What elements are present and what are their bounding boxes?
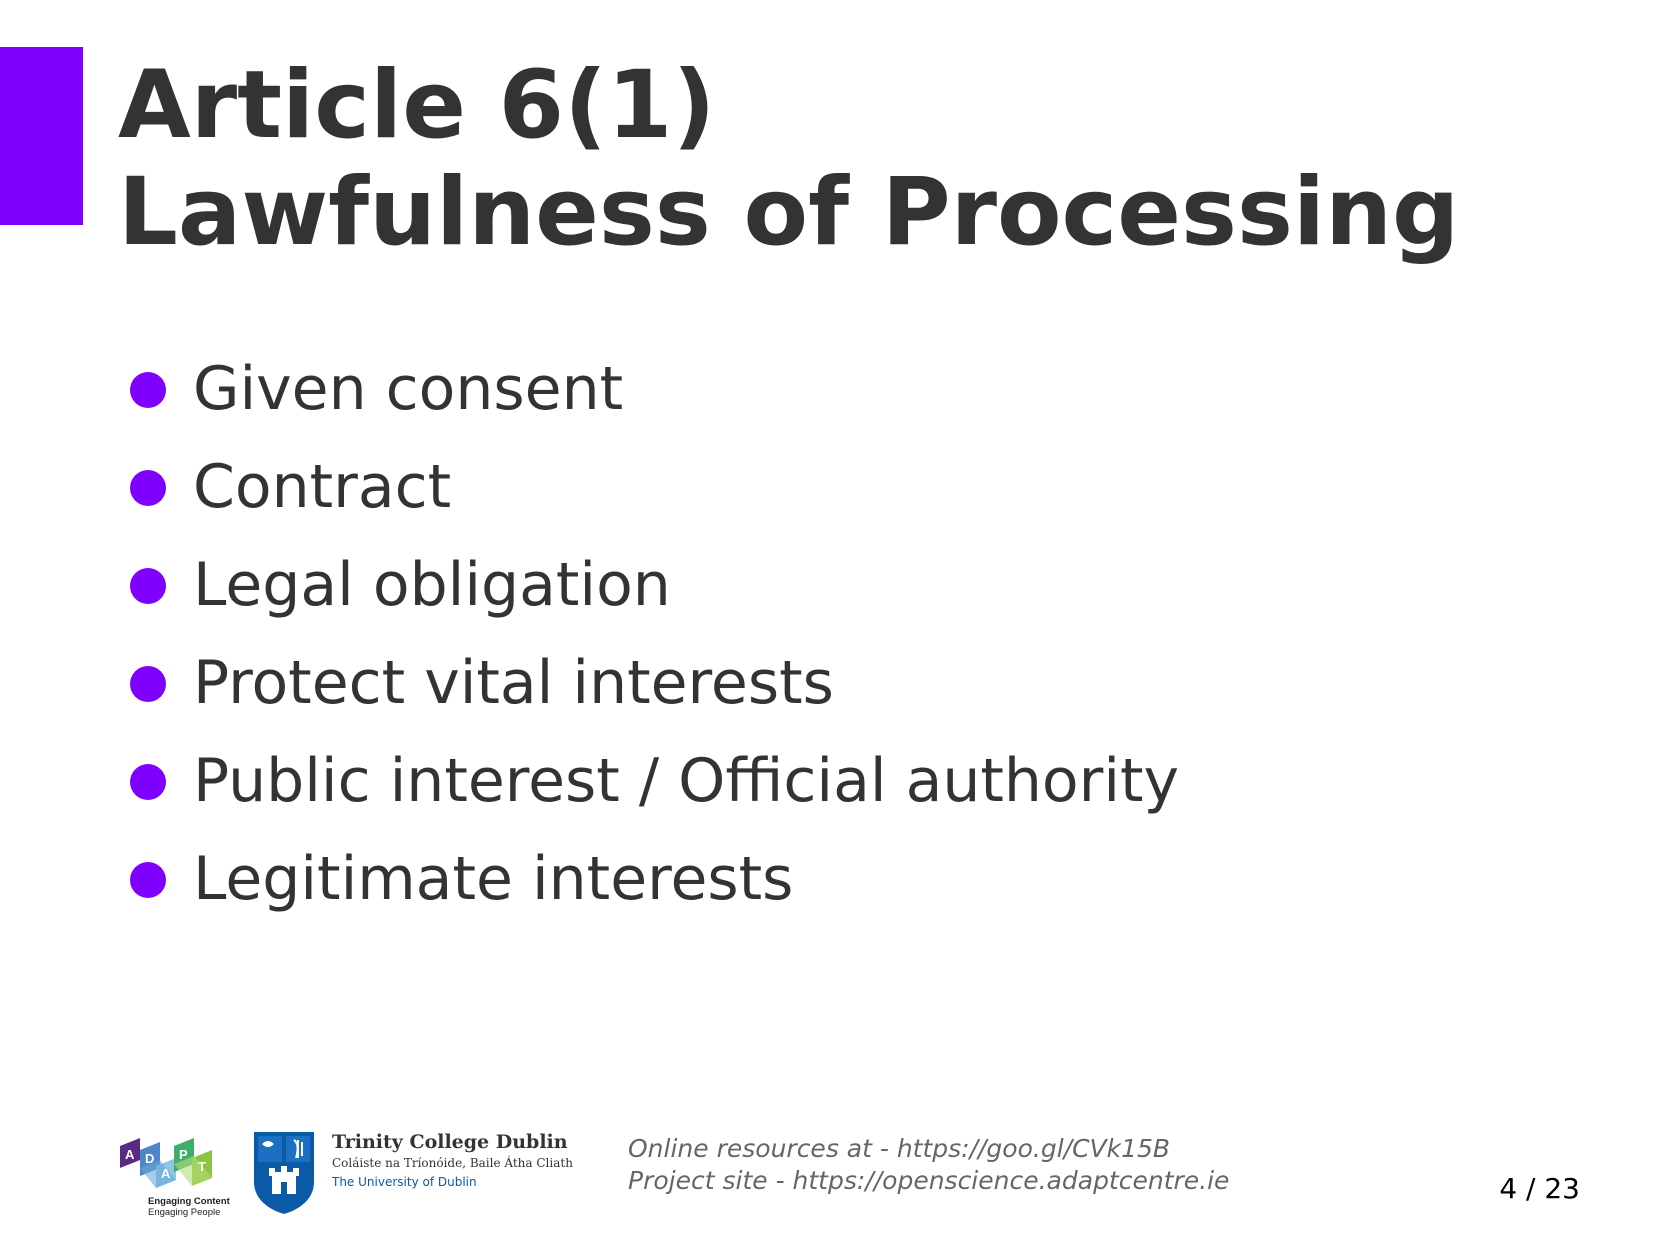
title-accent-bar: [0, 47, 83, 225]
bullet-item: Given consent: [130, 340, 1179, 438]
adapt-letter: A: [161, 1166, 171, 1181]
bullet-item: Legal obligation: [130, 536, 1179, 634]
bullet-dot-icon: [130, 470, 166, 506]
bullet-text: Protect vital interests: [193, 648, 834, 718]
adapt-letter: T: [198, 1159, 206, 1174]
bullet-item: Protect vital interests: [130, 634, 1179, 732]
footer-logos: A D A P T Engaging Content Engaging Peop…: [112, 1100, 573, 1240]
bullet-dot-icon: [130, 568, 166, 604]
page-number: 4 / 23: [1499, 1172, 1580, 1205]
bullet-text: Given consent: [193, 354, 624, 424]
adapt-letter: D: [145, 1151, 154, 1166]
bullet-item: Legitimate interests: [130, 830, 1179, 928]
footer-links: Online resources at - https://goo.gl/CVk…: [628, 1133, 1229, 1197]
slide-title-line-1: Article 6(1): [118, 51, 716, 160]
online-resources-link[interactable]: Online resources at - https://goo.gl/CVk…: [628, 1133, 1229, 1165]
adapt-tagline-line-2: Engaging People: [148, 1207, 221, 1218]
adapt-tagline: Engaging Content Engaging People: [148, 1196, 230, 1218]
project-site-link[interactable]: Project site - https://openscience.adapt…: [628, 1165, 1229, 1197]
bullet-text: Legitimate interests: [193, 844, 794, 914]
bullet-dot-icon: [130, 764, 166, 800]
tcd-wordmark: Trinity College Dublin Coláiste na Tríon…: [332, 1130, 573, 1192]
bullet-text: Contract: [193, 452, 452, 522]
bullet-dot-icon: [130, 666, 166, 702]
tcd-name: Trinity College Dublin: [332, 1131, 568, 1153]
bullet-item: Contract: [130, 438, 1179, 536]
adapt-tagline-line-1: Engaging Content: [148, 1196, 230, 1207]
bullet-list: Given consent Contract Legal obligation …: [130, 340, 1179, 928]
slide-title: Article 6(1) Lawfulness of Processing: [118, 52, 1459, 266]
bullet-dot-icon: [130, 372, 166, 408]
adapt-letter: P: [179, 1147, 188, 1162]
bullet-text: Legal obligation: [193, 550, 671, 620]
adapt-letter: A: [125, 1147, 135, 1162]
slide-title-line-2: Lawfulness of Processing: [118, 158, 1460, 267]
bullet-item: Public interest / Official authority: [130, 732, 1179, 830]
bullet-text: Public interest / Official authority: [193, 746, 1180, 816]
tcd-crest-icon: [254, 1132, 314, 1214]
bullet-dot-icon: [130, 862, 166, 898]
tcd-irish-name: Coláiste na Tríonóide, Baile Átha Cliath: [332, 1156, 573, 1170]
tcd-university: The University of Dublin: [332, 1175, 477, 1189]
